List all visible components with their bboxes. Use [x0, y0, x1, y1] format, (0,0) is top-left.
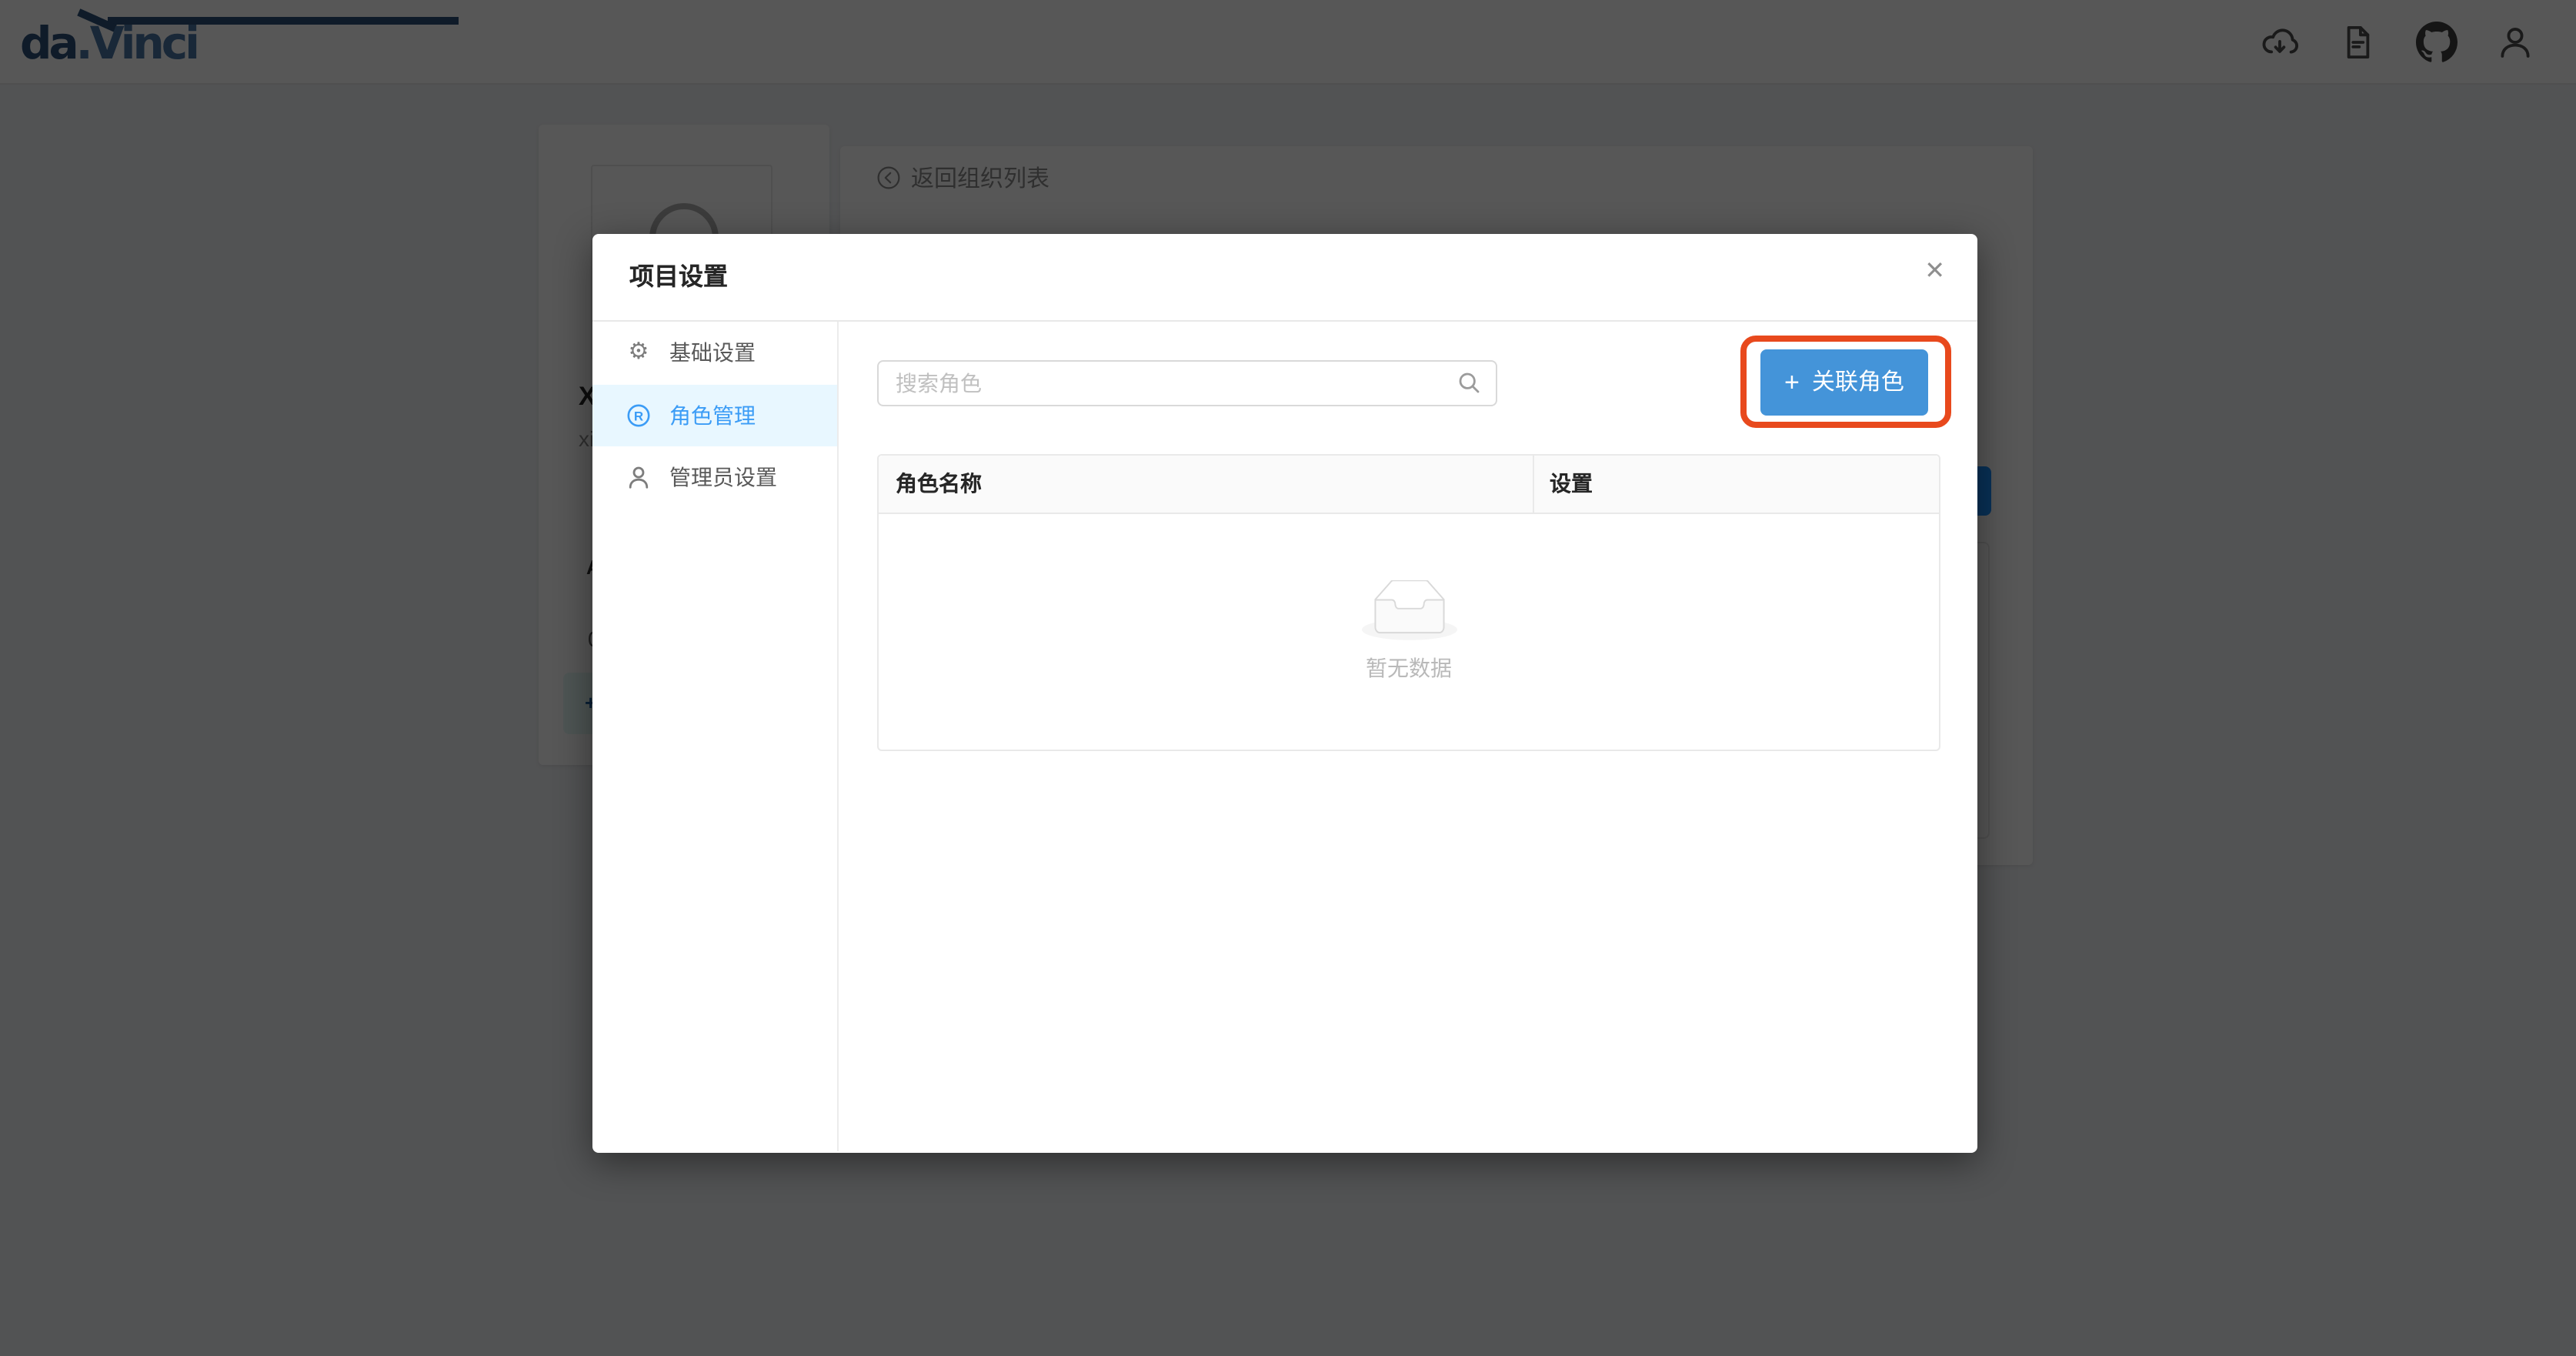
column-header-role-name: 角色名称: [879, 456, 1534, 512]
roles-table: 角色名称 设置 暂无数据: [877, 454, 1940, 751]
sidebar-item-label: 管理员设置: [669, 463, 777, 493]
sidebar-item-label: 基础设置: [669, 338, 756, 369]
sidebar-item-basic-settings[interactable]: ⚙ 基础设置: [592, 322, 837, 384]
empty-inbox-icon: [1361, 580, 1457, 642]
application-root: da.Vinci X: [0, 0, 2576, 1356]
table-empty-state: 暂无数据: [879, 513, 1939, 750]
sidebar-item-label: 角色管理: [669, 400, 756, 431]
modal-header: 项目设置 ✕: [592, 234, 1977, 322]
plus-icon: +: [1784, 369, 1800, 396]
svg-text:R: R: [634, 409, 643, 423]
column-header-settings: 设置: [1534, 456, 1939, 512]
search-box: [877, 360, 1497, 406]
associate-role-button[interactable]: + 关联角色: [1760, 349, 1928, 416]
role-management-panel: + 关联角色 角色名称 设置: [839, 322, 1977, 1151]
search-role-input[interactable]: [877, 360, 1497, 406]
sidebar-item-role-management[interactable]: R 角色管理: [592, 384, 837, 446]
sidebar-item-admin-settings[interactable]: 管理员设置: [592, 446, 837, 509]
close-icon[interactable]: ✕: [1924, 260, 1945, 285]
search-icon: [1457, 371, 1482, 396]
modal-sidebar: ⚙ 基础设置 R 角色管理 管理员设置: [592, 322, 839, 1151]
registered-icon: R: [626, 403, 651, 428]
project-settings-modal: 项目设置 ✕ ⚙ 基础设置 R 角色管理: [592, 234, 1977, 1153]
modal-title: 项目设置: [629, 234, 728, 322]
modal-body: ⚙ 基础设置 R 角色管理 管理员设置: [592, 322, 1977, 1151]
associate-role-label: 关联角色: [1812, 371, 1904, 394]
table-header-row: 角色名称 设置: [879, 456, 1939, 513]
gear-icon: ⚙: [626, 341, 651, 366]
empty-state-text: 暂无数据: [1366, 653, 1452, 683]
person-icon: [626, 466, 651, 490]
